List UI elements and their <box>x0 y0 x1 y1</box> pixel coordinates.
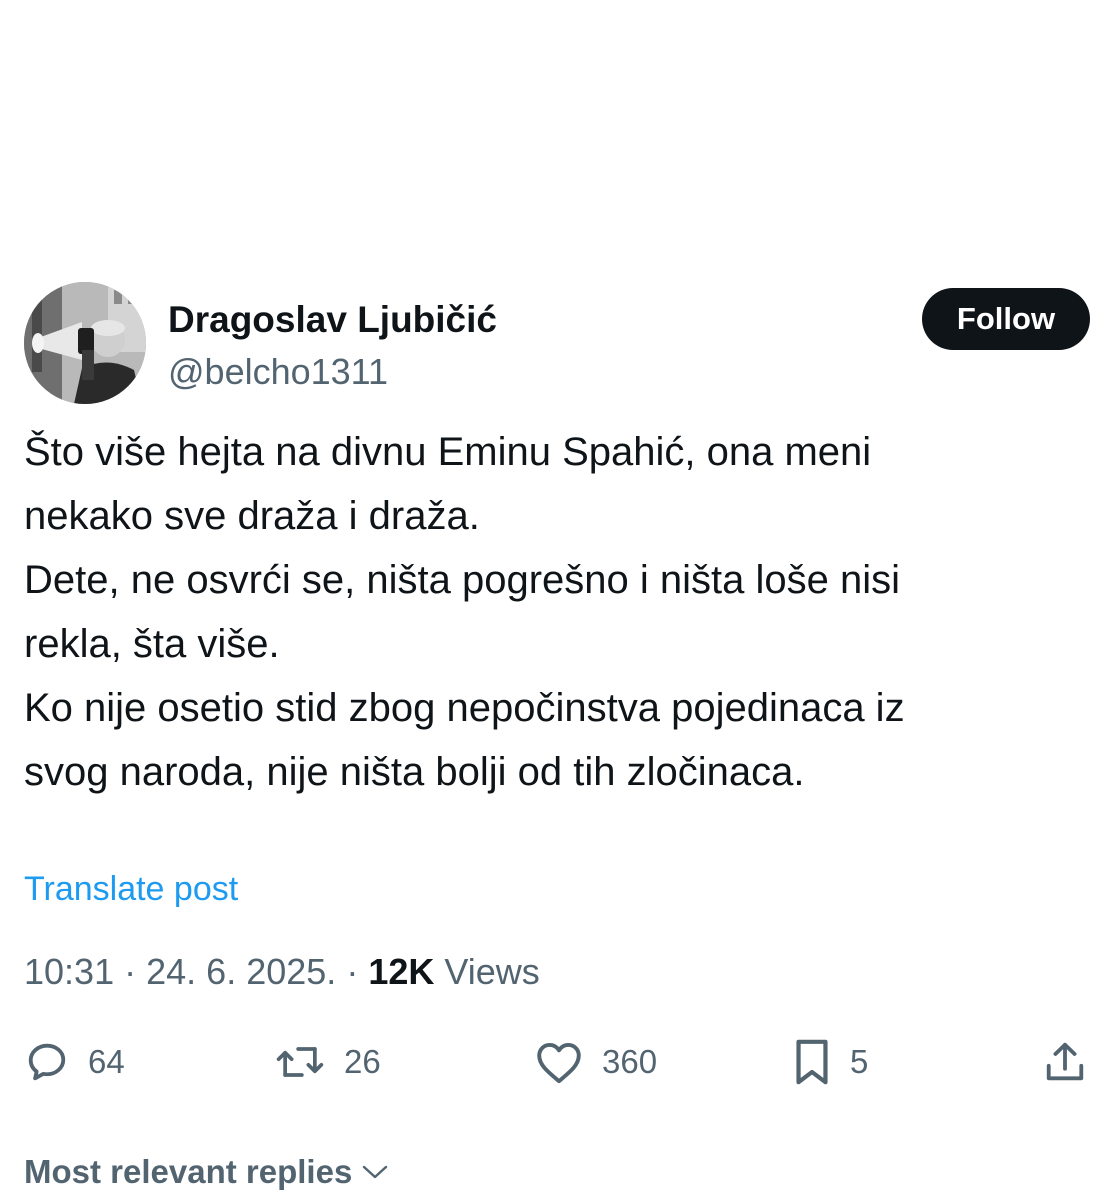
post-text-line: Dete, ne osvrći se, ništa pogrešno i niš… <box>24 558 900 602</box>
post-meta: 10:31 · 24. 6. 2025. · 12K Views <box>24 950 540 994</box>
like-count: 360 <box>602 1043 658 1080</box>
post-text: Što više hejta na divnu Eminu Spahić, on… <box>24 420 1094 804</box>
post-text-line: Što više hejta na divnu Eminu Spahić, on… <box>24 430 872 474</box>
views-label: Views <box>444 951 540 992</box>
author-name[interactable]: Dragoslav Ljubičić <box>168 298 497 342</box>
reply-count: 64 <box>88 1043 125 1080</box>
post-date[interactable]: 24. 6. 2025. <box>146 951 336 992</box>
meta-separator: · <box>346 951 359 992</box>
avatar[interactable] <box>24 282 146 404</box>
follow-button[interactable]: Follow <box>922 288 1090 350</box>
repost-count: 26 <box>344 1043 381 1080</box>
like-icon <box>537 1042 581 1084</box>
chevron-down-icon <box>363 1165 388 1179</box>
translate-post-link[interactable]: Translate post <box>24 867 238 911</box>
repost-button[interactable]: 26 <box>274 1032 381 1092</box>
post-time[interactable]: 10:31 <box>24 951 114 992</box>
bookmark-icon <box>796 1039 828 1085</box>
post-text-line: Ko nije osetio stid zbog nepočinstva poj… <box>24 686 905 730</box>
replies-sort-label: Most relevant replies <box>24 1153 353 1190</box>
views-count: 12K <box>368 951 435 992</box>
post-text-line: nekako sve draža i draža. <box>24 494 480 538</box>
post-header: Dragoslav Ljubičić @belcho1311 Follow <box>24 282 1090 408</box>
bookmark-button[interactable]: 5 <box>792 1032 868 1092</box>
meta-separator: · <box>124 951 137 992</box>
bookmark-count: 5 <box>850 1043 869 1080</box>
author-handle[interactable]: @belcho1311 <box>168 350 388 394</box>
replies-sort-toggle[interactable]: Most relevant replies <box>24 1150 390 1194</box>
share-button[interactable] <box>1042 1032 1088 1092</box>
reply-icon <box>28 1043 66 1081</box>
avatar-photo <box>24 282 146 404</box>
post-text-line: svog naroda, nije ništa bolji od tih zlo… <box>24 750 805 794</box>
like-button[interactable]: 360 <box>534 1032 657 1092</box>
repost-icon <box>276 1047 324 1077</box>
post-actions: 64 26 360 5 <box>24 1032 1094 1092</box>
share-icon <box>1046 1042 1084 1081</box>
reply-button[interactable]: 64 <box>24 1032 125 1092</box>
post-text-line: rekla, šta više. <box>24 622 280 666</box>
